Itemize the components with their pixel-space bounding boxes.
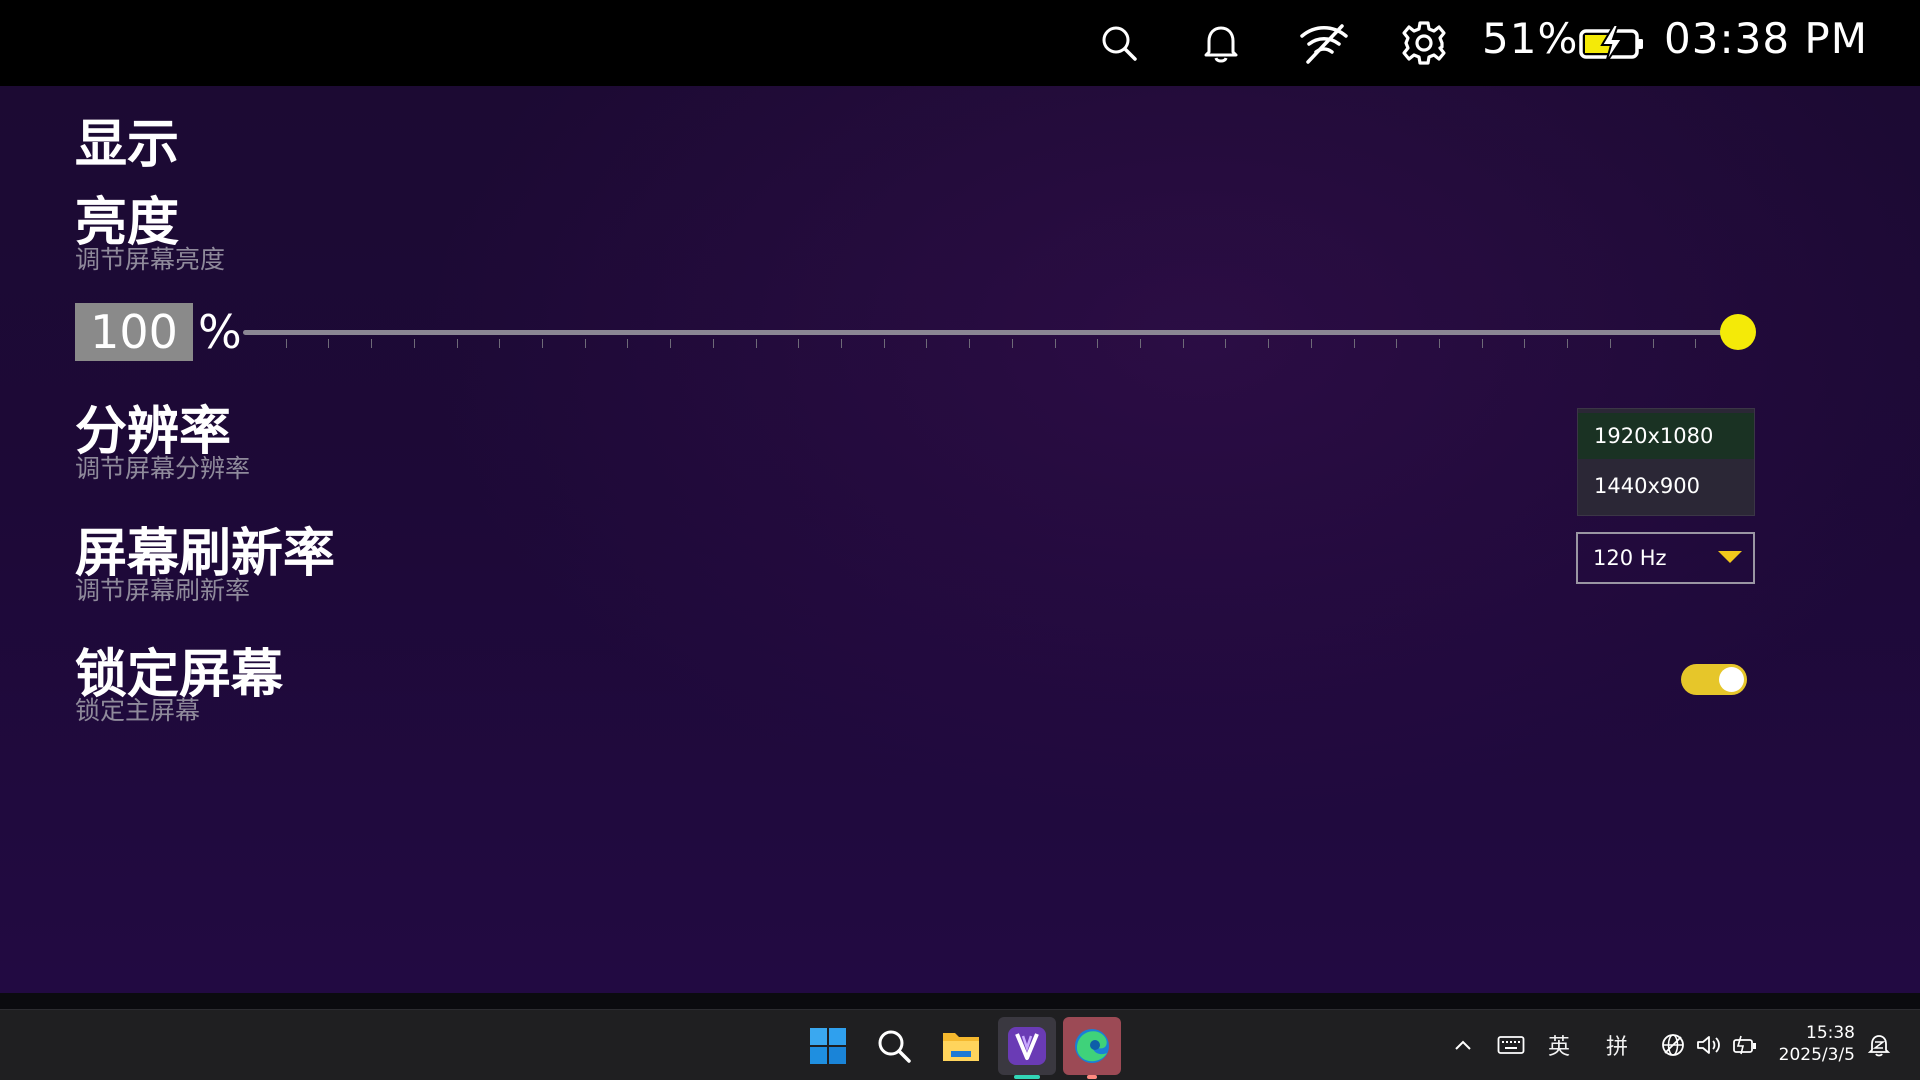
lock-screen-toggle[interactable] [1681, 664, 1747, 695]
slider-tick [798, 339, 799, 348]
chevron-down-icon [1718, 551, 1742, 563]
slider-tick [1524, 339, 1525, 348]
slider-tick [1610, 339, 1611, 348]
brightness-slider-handle[interactable] [1720, 314, 1756, 350]
slider-tick [499, 339, 500, 348]
resolution-subtitle: 调节屏幕分辨率 [75, 454, 251, 483]
slider-tick [884, 339, 885, 348]
slider-tick [1097, 339, 1098, 348]
slider-tick [926, 339, 927, 348]
slider-tick [1311, 339, 1312, 348]
battery-percent: 51% [1482, 14, 1579, 63]
notification-icon[interactable] [1864, 1028, 1894, 1062]
network-icon[interactable] [1658, 1028, 1688, 1062]
slider-tick [1653, 339, 1654, 348]
battery-icon[interactable] [1730, 1028, 1760, 1062]
edge-browser-icon[interactable] [1063, 1017, 1121, 1079]
slider-tick [414, 339, 415, 348]
status-time: 03:38 PM [1664, 14, 1868, 63]
keyboard-icon[interactable] [1494, 1028, 1528, 1062]
slider-tick [1354, 339, 1355, 348]
brightness-unit: % [198, 305, 242, 359]
slider-tick [286, 339, 287, 348]
battery-charging-icon [1577, 0, 1647, 86]
slider-tick [841, 339, 842, 348]
slider-tick [1012, 339, 1013, 348]
brightness-slider-track[interactable] [243, 330, 1738, 335]
gear-icon[interactable] [1396, 0, 1452, 86]
slider-tick [1183, 339, 1184, 348]
clock-date: 2025/3/5 [1778, 1045, 1855, 1065]
slider-tick [1482, 339, 1483, 348]
status-bar: 51% 03:38 PM [0, 0, 1920, 86]
slider-tick [1439, 339, 1440, 348]
clock-time: 15:38 [1806, 1023, 1855, 1043]
refresh-rate-value: 120 Hz [1593, 546, 1667, 570]
resolution-option-selected[interactable]: 1920x1080 [1578, 413, 1754, 459]
windows-start-icon[interactable] [799, 1017, 857, 1075]
slider-tick [328, 339, 329, 348]
file-explorer-icon[interactable] [932, 1017, 990, 1075]
brightness-subtitle: 调节屏幕亮度 [75, 245, 226, 274]
slider-tick [756, 339, 757, 348]
resolution-option[interactable]: 1440x900 [1578, 463, 1754, 509]
resolution-dropdown-list: 1920x1080 1440x900 [1577, 408, 1755, 516]
refresh-rate-select[interactable]: 120 Hz [1576, 532, 1755, 584]
divider [0, 993, 1920, 1009]
slider-tick [969, 339, 970, 348]
wifi-off-icon[interactable] [1294, 0, 1354, 86]
slider-tick [1268, 339, 1269, 348]
ime-mode[interactable]: 拼 [1601, 1028, 1633, 1062]
slider-tick [627, 339, 628, 348]
slider-tick [1567, 339, 1568, 348]
slider-tick [457, 339, 458, 348]
legion-app-icon[interactable] [998, 1017, 1056, 1079]
search-icon[interactable] [1092, 0, 1146, 86]
slider-tick [1140, 339, 1141, 348]
slider-tick [542, 339, 543, 348]
chevron-up-icon[interactable] [1450, 1028, 1476, 1062]
slider-tick [670, 339, 671, 348]
slider-tick [1225, 339, 1226, 348]
slider-tick [1396, 339, 1397, 348]
brightness-slider-ticks [243, 339, 1738, 349]
taskbar-clock[interactable]: 15:38 2025/3/5 [1775, 1022, 1855, 1066]
slider-tick [713, 339, 714, 348]
page-title: 显示 [75, 115, 180, 175]
search-icon[interactable] [865, 1017, 923, 1075]
slider-tick [585, 339, 586, 348]
slider-tick [1055, 339, 1056, 348]
taskbar: 英 拼 15:38 2025/3/5 [0, 1009, 1920, 1080]
volume-icon[interactable] [1694, 1028, 1724, 1062]
refresh-rate-subtitle: 调节屏幕刷新率 [75, 576, 251, 605]
bell-icon[interactable] [1194, 0, 1248, 86]
toggle-knob [1719, 667, 1744, 692]
ime-language[interactable]: 英 [1543, 1028, 1575, 1062]
brightness-value-field[interactable]: 100 [75, 303, 193, 361]
slider-tick [371, 339, 372, 348]
slider-tick [1695, 339, 1696, 348]
lock-screen-subtitle: 锁定主屏幕 [75, 696, 201, 725]
